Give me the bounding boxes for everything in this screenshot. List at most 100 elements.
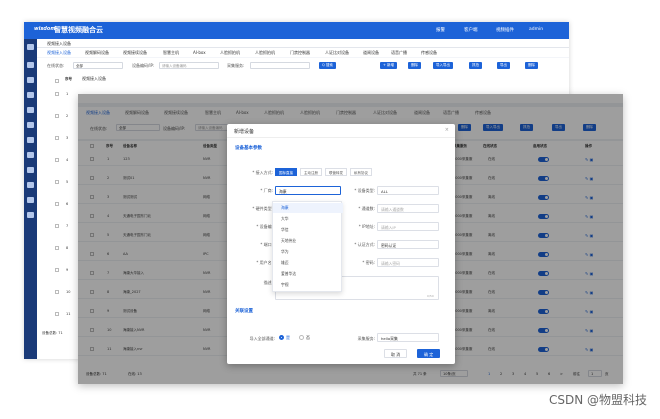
tab-ai-box[interactable]: AI-box — [193, 50, 206, 55]
channel-input[interactable]: 请输入通道数 — [377, 204, 439, 213]
remove-button[interactable]: 删除 — [525, 62, 538, 69]
ip-label: * IP地址: — [358, 224, 375, 229]
tab-sensor[interactable]: 传感设备 — [421, 50, 437, 56]
vendor-option-aipu[interactable]: 爱普华达 — [273, 269, 343, 279]
tab-broadcast[interactable]: 语音广播 — [391, 50, 407, 56]
access-relay[interactable]: 联营转发 — [325, 168, 347, 176]
devtype-label: * 设备类型: — [354, 188, 375, 193]
tab-access-control[interactable]: 门禁控制器 — [290, 50, 310, 56]
vendor-label: 采集服务: — [227, 63, 245, 68]
delete-button[interactable]: 删除 — [408, 62, 421, 69]
vendor-select[interactable] — [250, 62, 310, 69]
export-button[interactable]: 导出 — [497, 62, 510, 69]
back-row-checkbox[interactable] — [55, 268, 59, 272]
tab-video-relay[interactable]: 视频接续设备 — [123, 50, 147, 56]
vendor-option-dahua[interactable]: 大华 — [273, 214, 343, 224]
capture-button[interactable]: 抓拍 — [469, 62, 482, 69]
password-input[interactable]: 请输入密码 — [377, 258, 439, 267]
ip-input[interactable]: 请输入IP — [377, 222, 439, 231]
back-row-checkbox[interactable] — [55, 114, 59, 118]
channel-label: * 通道数: — [358, 206, 375, 211]
chart-icon[interactable] — [27, 167, 34, 173]
breadcrumb: 视频接入设备 — [37, 39, 569, 48]
home-icon[interactable] — [27, 44, 34, 50]
watermark: CSDN @物盟科技 — [548, 393, 647, 407]
vendor-option-hikvision[interactable]: 海康 — [273, 203, 343, 213]
user-icon[interactable] — [27, 92, 34, 98]
tab-face-capture-2[interactable]: 人脸抓拍机 — [255, 50, 275, 56]
back-row-checkbox[interactable] — [55, 92, 59, 96]
online-select[interactable]: 全部 — [73, 62, 123, 69]
import-yes-radio[interactable] — [279, 335, 284, 340]
back-row-checkbox[interactable] — [55, 290, 59, 294]
tab-video-decode[interactable]: 视频解码设备 — [85, 50, 109, 56]
access-private[interactable]: 私有协议 — [350, 168, 372, 176]
back-row-checkbox[interactable] — [55, 158, 59, 162]
description-counter: 0/50 — [427, 294, 434, 298]
sidebar — [24, 39, 37, 359]
tab-smart-host[interactable]: 智慧主机 — [163, 50, 179, 56]
monitor-icon[interactable] — [27, 77, 34, 83]
client-link[interactable]: 客户端 — [464, 27, 478, 33]
cancel-button[interactable]: 取 消 — [384, 349, 408, 358]
top-bar: wisdom 智慧视频融合云 报警 客户端 视频插件 admin — [24, 22, 569, 39]
section-title: 视频接入设备 — [82, 76, 106, 81]
back-row-checkbox[interactable] — [55, 312, 59, 316]
import-yes-label: 是 — [286, 335, 290, 340]
camera-icon[interactable] — [27, 122, 34, 128]
select-all-checkbox[interactable] — [55, 79, 59, 83]
back-row-checkbox[interactable] — [55, 136, 59, 140]
back-row-checkbox[interactable] — [55, 224, 59, 228]
back-row-checkbox[interactable] — [55, 246, 59, 250]
hardware-label: * 硬件类型: — [252, 206, 273, 211]
back-row-number: 11 — [66, 312, 71, 316]
vendor-select[interactable]: 海康 — [275, 186, 341, 195]
vendor-label: * 厂商: — [260, 188, 273, 193]
access-active-reg[interactable]: 主动注册 — [300, 168, 322, 176]
vendor-option-huaxin[interactable]: 华信 — [273, 225, 343, 235]
file-icon[interactable] — [27, 212, 34, 218]
tab-id-compare[interactable]: 人证比对设备 — [325, 50, 349, 56]
back-row-checkbox[interactable] — [55, 202, 59, 206]
car-icon[interactable] — [27, 107, 34, 113]
building-icon[interactable] — [27, 137, 34, 143]
auth-select[interactable]: 密码认证 — [377, 240, 439, 249]
device-tabs: 视频接入设备 视频解码设备 视频接续设备 智慧主机 AI-box 人脸抓拍机 人… — [37, 48, 569, 57]
video-plugin-link[interactable]: 视频插件 — [496, 27, 514, 33]
close-icon[interactable]: × — [445, 127, 449, 133]
grid-icon[interactable] — [27, 152, 34, 158]
search-button[interactable]: Q 搜索 — [319, 62, 336, 69]
tab-barrier[interactable]: 道闸设备 — [363, 50, 379, 56]
device-total: 设备总数: 71 — [42, 331, 63, 335]
basic-section-title: 设备基本参数 — [235, 146, 262, 151]
list-icon[interactable] — [27, 182, 34, 188]
vendor-option-tiandy[interactable]: 天地伟业 — [273, 236, 343, 246]
back-row-number: 4 — [66, 158, 69, 162]
import-no-radio[interactable] — [299, 335, 304, 340]
devtype-select[interactable]: ALL — [377, 186, 439, 195]
alarm-link[interactable]: 报警 — [436, 27, 445, 33]
import-export-button[interactable]: 导入导出 — [433, 62, 453, 69]
app-title: 智慧视频融合云 — [54, 26, 103, 34]
back-row-number: 3 — [66, 136, 69, 140]
user-menu[interactable]: admin — [529, 27, 543, 32]
vendor-option-huawei[interactable]: 华为 — [273, 247, 343, 257]
tab-face-capture[interactable]: 人脸抓拍机 — [220, 50, 240, 56]
tab-video-access[interactable]: 视频接入设备 — [47, 50, 71, 56]
code-input[interactable]: 请输入设备编码 — [159, 62, 219, 69]
vendor-option-uniview[interactable]: 宇视 — [273, 280, 343, 290]
collect-service-select[interactable]: hello采集 — [377, 333, 439, 342]
back-row-number: 2 — [66, 114, 69, 118]
password-label: * 密码: — [362, 260, 375, 265]
vendor-option-xiongmai[interactable]: 雄迈 — [273, 258, 343, 268]
add-button[interactable]: + 新增 — [380, 62, 398, 69]
device-code-label: * 设备编: — [256, 224, 273, 229]
back-row-number: 8 — [66, 246, 69, 250]
back-row-checkbox[interactable] — [55, 180, 59, 184]
back-row-number: 1 — [66, 92, 69, 96]
setting-icon[interactable] — [27, 197, 34, 203]
access-gb-direct[interactable]: 国标直接 — [275, 168, 297, 176]
collect-service-label: 采集服务: — [357, 336, 375, 341]
video-icon[interactable] — [27, 62, 34, 68]
confirm-button[interactable]: 确 定 — [417, 349, 441, 358]
